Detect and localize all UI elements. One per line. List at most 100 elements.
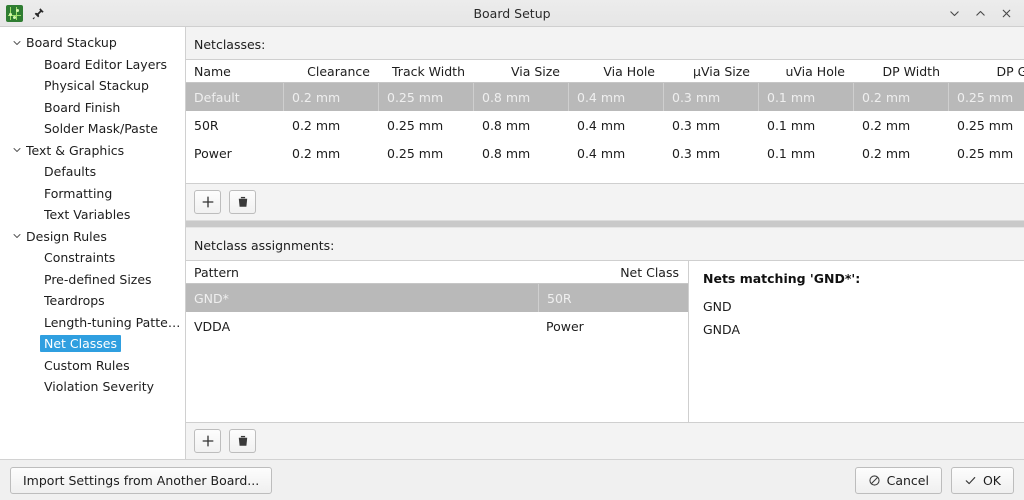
sidebar-item-board-editor-layers[interactable]: Board Editor Layers: [0, 54, 185, 76]
sidebar-item-violation-severity[interactable]: Violation Severity: [0, 376, 185, 398]
add-assignment-button[interactable]: [194, 429, 221, 453]
settings-tree-sidebar[interactable]: Board Stackup Board Editor Layers Physical…: [0, 27, 186, 459]
sidebar-item-formatting[interactable]: Formatting: [0, 183, 185, 205]
netclasses-grid[interactable]: Name Clearance Track Width Via Size Via Hole…: [186, 59, 1024, 185]
netclass-cell[interactable]: Default: [186, 83, 284, 111]
sidebar-item-teardrops[interactable]: Teardrops: [0, 290, 185, 312]
assignment-cell[interactable]: VDDA: [186, 312, 538, 340]
assignment-cell[interactable]: Power: [538, 312, 688, 340]
delete-assignment-button[interactable]: [229, 429, 256, 453]
assignment-table-row[interactable]: VDDA Power: [186, 312, 688, 340]
netclass-column-header[interactable]: DP Width: [854, 60, 949, 82]
sidebar-item-physical-stackup[interactable]: Physical Stackup: [0, 75, 185, 97]
dialog-footer: Import Settings from Another Board... Ca…: [0, 459, 1024, 500]
assignments-label: Netclass assignments:: [194, 238, 335, 254]
netclass-cell[interactable]: 0.1 mm: [759, 111, 854, 139]
netclass-cell[interactable]: 0.2 mm: [284, 111, 379, 139]
netclass-cell[interactable]: 0.2 mm: [284, 139, 379, 167]
netclass-cell[interactable]: 0.25 mm: [949, 139, 1024, 167]
netclass-column-header[interactable]: µVia Size: [664, 60, 759, 82]
netclass-table-row[interactable]: 50R 0.2 mm 0.25 mm 0.8 mm 0.4 mm 0.3 mm 0.1 mm…: [186, 111, 1024, 139]
sidebar-item-label: Length-tuning Patterns: [44, 314, 185, 330]
sidebar-item-constraints[interactable]: Constraints: [0, 247, 185, 269]
netclass-table-row[interactable]: Default 0.2 mm 0.25 mm 0.8 mm 0.4 mm 0.3 mm 0.…: [186, 83, 1024, 111]
netclass-cell[interactable]: 0.4 mm: [569, 83, 664, 111]
matching-net-item: GNDA: [703, 322, 740, 338]
netclass-cell[interactable]: Power: [186, 139, 284, 167]
chevron-down-icon[interactable]: [8, 37, 26, 49]
netclass-cell[interactable]: 0.8 mm: [474, 139, 569, 167]
delete-netclass-button[interactable]: [229, 190, 256, 215]
sidebar-item-solder-mask-paste[interactable]: Solder Mask/Paste: [0, 118, 185, 140]
sidebar-item-text-variables[interactable]: Text Variables: [0, 204, 185, 226]
matching-nets-title: Nets matching 'GND*':: [703, 271, 861, 287]
netclass-cell[interactable]: 50R: [186, 111, 284, 139]
assignment-cell[interactable]: GND*: [186, 284, 538, 313]
netclass-column-header[interactable]: DP Ga: [949, 60, 1024, 82]
sidebar-item-design-rules[interactable]: Design Rules: [0, 226, 185, 248]
netclass-cell[interactable]: 0.25 mm: [379, 111, 474, 139]
netclass-cell[interactable]: 0.2 mm: [854, 139, 949, 167]
chevron-down-icon[interactable]: [8, 230, 26, 242]
maximize-button[interactable]: [968, 2, 992, 24]
netclass-cell[interactable]: 0.1 mm: [759, 83, 854, 111]
assignment-column-header[interactable]: Pattern: [186, 261, 538, 283]
netclass-cell[interactable]: 0.4 mm: [569, 139, 664, 167]
netclass-column-header[interactable]: Via Size: [474, 60, 569, 82]
assignments-grid-header[interactable]: Pattern Net Class: [186, 261, 688, 285]
netclass-cell[interactable]: 0.4 mm: [569, 111, 664, 139]
netclass-cell[interactable]: 0.3 mm: [664, 111, 759, 139]
netclasses-grid-header[interactable]: Name Clearance Track Width Via Size Via Hole…: [186, 60, 1024, 83]
netclass-cell[interactable]: 0.25 mm: [379, 139, 474, 167]
sidebar-item-defaults[interactable]: Defaults: [0, 161, 185, 183]
netclass-cell[interactable]: 0.3 mm: [664, 83, 759, 111]
minimize-button[interactable]: [942, 2, 966, 24]
sidebar-item-text-graphics[interactable]: Text & Graphics: [0, 140, 185, 162]
import-settings-button[interactable]: Import Settings from Another Board...: [10, 466, 273, 494]
netclass-cell[interactable]: 0.25 mm: [949, 111, 1024, 139]
netclasses-grid-rows[interactable]: Default 0.2 mm 0.25 mm 0.8 mm 0.4 mm 0.3 mm 0.…: [186, 83, 1024, 167]
footer-action-buttons: Cancel OK: [854, 466, 1014, 494]
pin-icon[interactable]: [30, 5, 46, 21]
sidebar-item-label: Formatting: [44, 185, 113, 201]
netclass-cell[interactable]: 0.25 mm: [379, 83, 474, 111]
netclass-cell[interactable]: 0.2 mm: [854, 111, 949, 139]
sidebar-item-net-classes[interactable]: Net Classes: [0, 333, 185, 355]
assignments-grid-rows[interactable]: GND* 50R VDDA Power: [186, 284, 688, 340]
ok-button[interactable]: OK: [950, 466, 1014, 494]
assignment-table-row[interactable]: GND* 50R: [186, 284, 688, 313]
netclass-cell[interactable]: 0.25 mm: [949, 83, 1024, 111]
sidebar-item-custom-rules[interactable]: Custom Rules: [0, 355, 185, 377]
panel-splitter[interactable]: [186, 220, 1024, 229]
sidebar-item-board-stackup[interactable]: Board Stackup: [0, 32, 185, 54]
netclass-cell[interactable]: 0.8 mm: [474, 83, 569, 111]
netclass-column-header[interactable]: Clearance: [284, 60, 379, 82]
netclass-column-header[interactable]: Via Hole: [569, 60, 664, 82]
netclass-column-header[interactable]: Name: [186, 60, 284, 82]
sidebar-item-pre-defined-sizes[interactable]: Pre-defined Sizes: [0, 269, 185, 291]
netclass-cell[interactable]: 0.1 mm: [759, 139, 854, 167]
sidebar-item-length-tuning-patterns[interactable]: Length-tuning Patterns: [0, 312, 185, 334]
netclass-cell[interactable]: 0.3 mm: [664, 139, 759, 167]
chevron-down-icon[interactable]: [8, 144, 26, 156]
close-button[interactable]: [994, 2, 1018, 24]
netclasses-label: Netclasses:: [194, 37, 266, 52]
netclass-table-row[interactable]: Power 0.2 mm 0.25 mm 0.8 mm 0.4 mm 0.3 mm 0.1 …: [186, 139, 1024, 167]
netclass-column-header[interactable]: uVia Hole: [759, 60, 854, 82]
netclass-cell[interactable]: 0.8 mm: [474, 111, 569, 139]
assignment-column-header[interactable]: Net Class: [538, 261, 688, 283]
sidebar-item-label: Net Classes: [40, 335, 122, 353]
sidebar-item-label: Board Stackup: [26, 35, 117, 51]
netclass-cell[interactable]: 0.2 mm: [284, 83, 379, 111]
netclass-column-header[interactable]: Track Width: [379, 60, 474, 82]
cancel-button[interactable]: Cancel: [854, 466, 942, 494]
assignments-grid[interactable]: Pattern Net Class GND* 50R VDDA Power: [186, 261, 689, 422]
netclass-cell[interactable]: 0.2 mm: [854, 83, 949, 111]
matching-net-item: GND: [703, 299, 732, 315]
netclasses-section: Netclasses: Name Clearance Track Width Via …: [186, 27, 1024, 221]
sidebar-item-board-finish[interactable]: Board Finish: [0, 97, 185, 119]
sidebar-item-label: Defaults: [44, 164, 97, 180]
assignment-cell[interactable]: 50R: [538, 284, 688, 313]
sidebar-item-label: Design Rules: [26, 228, 107, 244]
add-netclass-button[interactable]: [194, 190, 221, 215]
